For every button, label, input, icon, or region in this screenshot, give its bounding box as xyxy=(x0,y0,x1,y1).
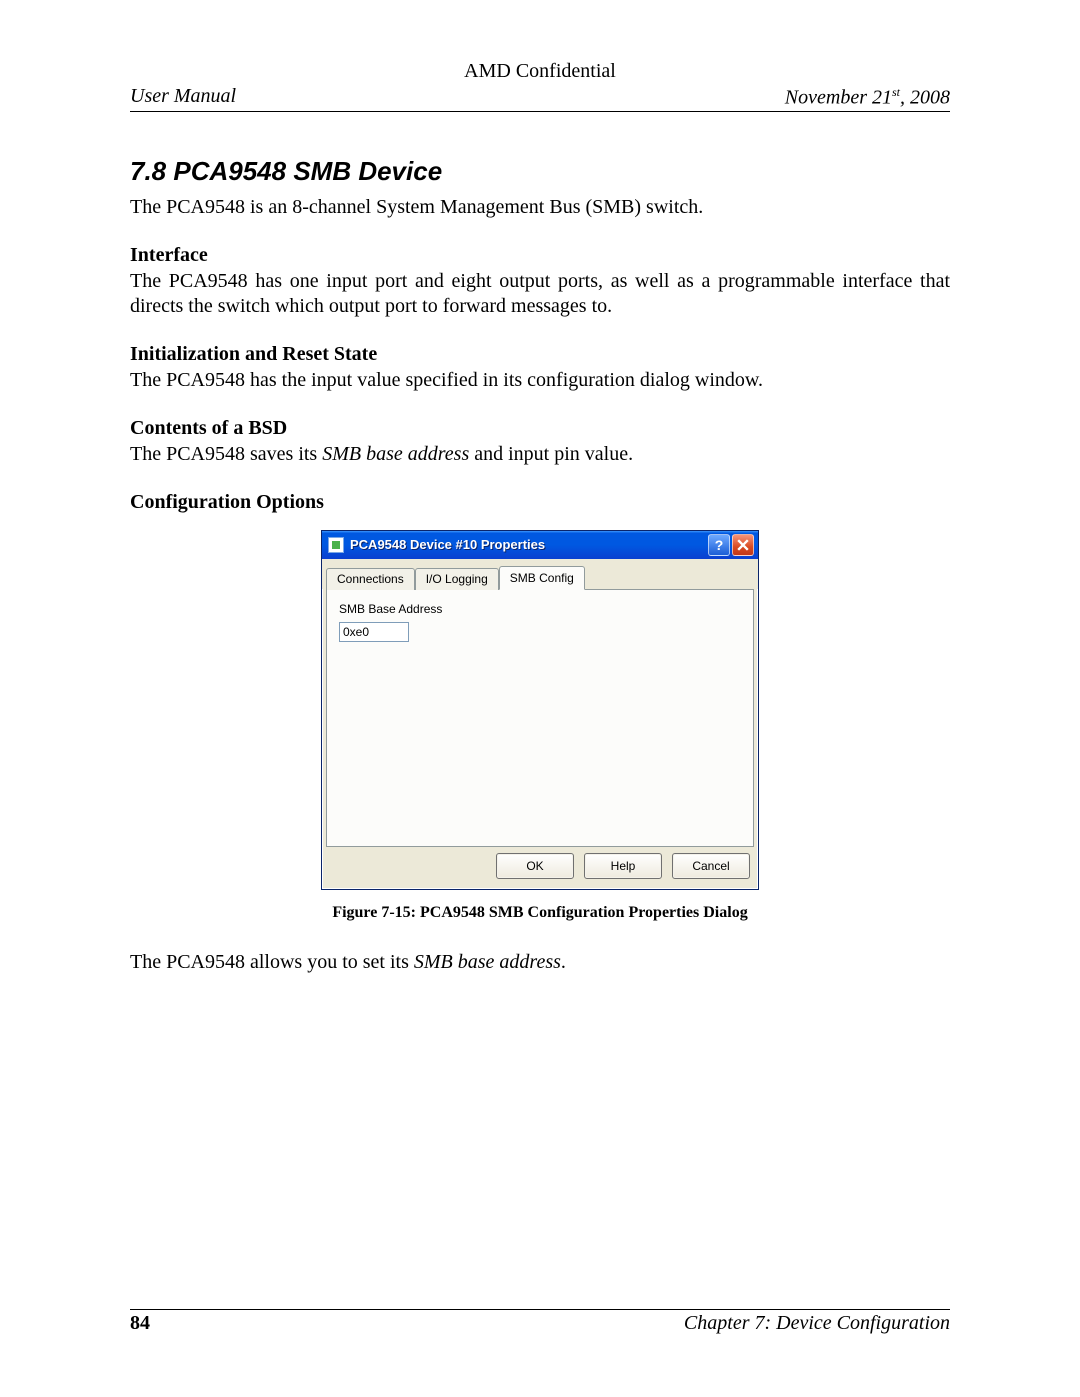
figure-caption: Figure 7-15: PCA9548 SMB Configuration P… xyxy=(130,904,950,922)
bsd-body-em: SMB base address xyxy=(322,443,469,465)
window-icon xyxy=(328,537,344,553)
tab-panel-smb-config: SMB Base Address xyxy=(326,589,754,847)
dialog-figure: PCA9548 Device #10 Properties ? Connecti… xyxy=(130,530,950,890)
header-left: User Manual xyxy=(130,85,236,110)
bsd-body: The PCA9548 saves its SMB base address a… xyxy=(130,442,950,467)
after-fig-pre: The PCA9548 allows you to set its xyxy=(130,951,414,973)
tabs-row: Connections I/O Logging SMB Config xyxy=(322,559,758,589)
ok-button[interactable]: OK xyxy=(496,853,574,879)
header-confidential: AMD Confidential xyxy=(130,60,950,83)
header-date-prefix: November 21 xyxy=(785,87,892,109)
dialog-titlebar: PCA9548 Device #10 Properties ? xyxy=(322,531,758,559)
tab-io-logging[interactable]: I/O Logging xyxy=(415,568,499,590)
dialog-button-row: OK Help Cancel xyxy=(322,853,758,889)
bsd-heading: Contents of a BSD xyxy=(130,417,950,440)
after-figure-text: The PCA9548 allows you to set its SMB ba… xyxy=(130,950,950,975)
section-intro: The PCA9548 is an 8-channel System Manag… xyxy=(130,195,950,220)
help-button-icon[interactable]: ? xyxy=(708,534,730,556)
cancel-button[interactable]: Cancel xyxy=(672,853,750,879)
close-icon xyxy=(737,539,749,551)
header-row: User Manual November 21st, 2008 xyxy=(130,85,950,112)
header-date: November 21st, 2008 xyxy=(785,85,950,110)
config-heading: Configuration Options xyxy=(130,491,950,514)
interface-body: The PCA9548 has one input port and eight… xyxy=(130,269,950,319)
tab-connections[interactable]: Connections xyxy=(326,568,415,590)
page-footer: 84 Chapter 7: Device Configuration xyxy=(130,1309,950,1335)
smb-base-address-label: SMB Base Address xyxy=(339,602,741,616)
after-fig-post: . xyxy=(561,951,566,973)
init-body: The PCA9548 has the input value specifie… xyxy=(130,368,950,393)
page-number: 84 xyxy=(130,1312,150,1335)
close-button-icon[interactable] xyxy=(732,534,754,556)
init-heading: Initialization and Reset State xyxy=(130,343,950,366)
after-fig-em: SMB base address xyxy=(414,951,561,973)
header-date-suffix: st xyxy=(892,85,900,99)
properties-dialog: PCA9548 Device #10 Properties ? Connecti… xyxy=(321,530,759,890)
header-date-year: , 2008 xyxy=(900,87,950,109)
dialog-title: PCA9548 Device #10 Properties xyxy=(350,537,706,552)
interface-heading: Interface xyxy=(130,244,950,267)
help-button[interactable]: Help xyxy=(584,853,662,879)
tab-smb-config[interactable]: SMB Config xyxy=(499,566,585,590)
smb-base-address-input[interactable] xyxy=(339,622,409,642)
bsd-body-pre: The PCA9548 saves its xyxy=(130,443,322,465)
footer-chapter: Chapter 7: Device Configuration xyxy=(684,1312,950,1335)
bsd-body-post: and input pin value. xyxy=(469,443,633,465)
section-title: 7.8 PCA9548 SMB Device xyxy=(130,156,950,187)
